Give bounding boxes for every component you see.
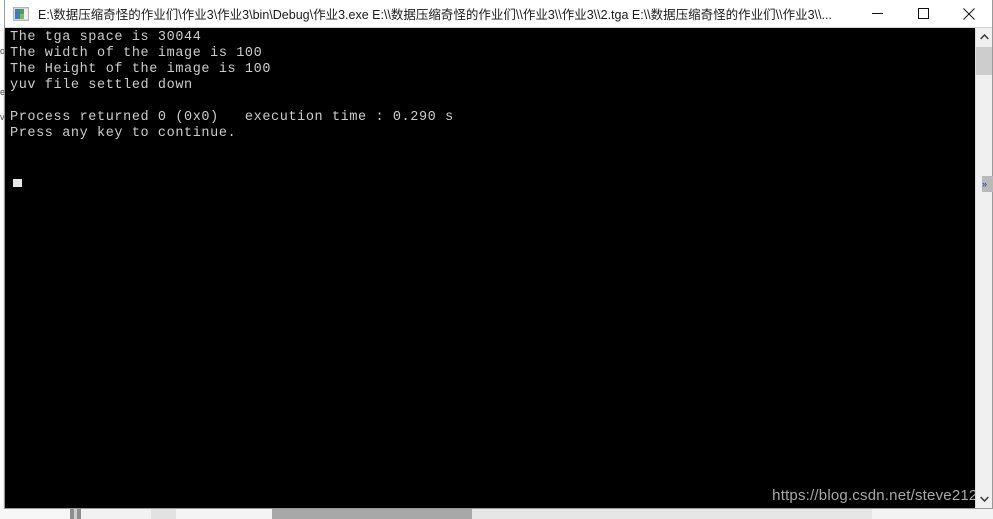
background-window-left-border bbox=[0, 28, 3, 506]
background-window-scroll-fragment: » bbox=[982, 176, 993, 192]
desktop-background: op ef v. E:\数据压缩奇怪的作业们\作业3\作业3\bin\Debug… bbox=[0, 0, 993, 519]
console-output-text: The tga space is 30044 The width of the … bbox=[10, 30, 454, 141]
watermark-text: https://blog.csdn.net/steve2124 bbox=[772, 487, 986, 504]
console-output-area[interactable]: The tga space is 30044 The width of the … bbox=[5, 28, 992, 508]
scrollbar-thumb[interactable] bbox=[976, 47, 992, 75]
console-cursor bbox=[13, 179, 22, 187]
chevron-up-icon bbox=[979, 34, 989, 40]
scroll-down-button[interactable] bbox=[976, 490, 992, 508]
vertical-scrollbar[interactable]: » bbox=[975, 28, 993, 508]
window-controls bbox=[854, 0, 992, 27]
minimize-button[interactable] bbox=[854, 0, 900, 27]
console-app-icon bbox=[13, 6, 29, 21]
scroll-up-button[interactable] bbox=[976, 28, 992, 46]
close-icon bbox=[963, 7, 975, 20]
close-button[interactable] bbox=[946, 0, 992, 27]
window-title: E:\数据压缩奇怪的作业们\作业3\作业3\bin\Debug\作业3.exe … bbox=[38, 8, 832, 22]
chevron-down-icon bbox=[979, 496, 989, 502]
maximize-button[interactable] bbox=[900, 0, 946, 27]
minimize-icon bbox=[871, 13, 883, 14]
title-bar[interactable]: E:\数据压缩奇怪的作业们\作业3\作业3\bin\Debug\作业3.exe … bbox=[5, 0, 992, 28]
console-window: E:\数据压缩奇怪的作业们\作业3\作业3\bin\Debug\作业3.exe … bbox=[4, 0, 993, 509]
maximize-icon bbox=[917, 8, 929, 19]
